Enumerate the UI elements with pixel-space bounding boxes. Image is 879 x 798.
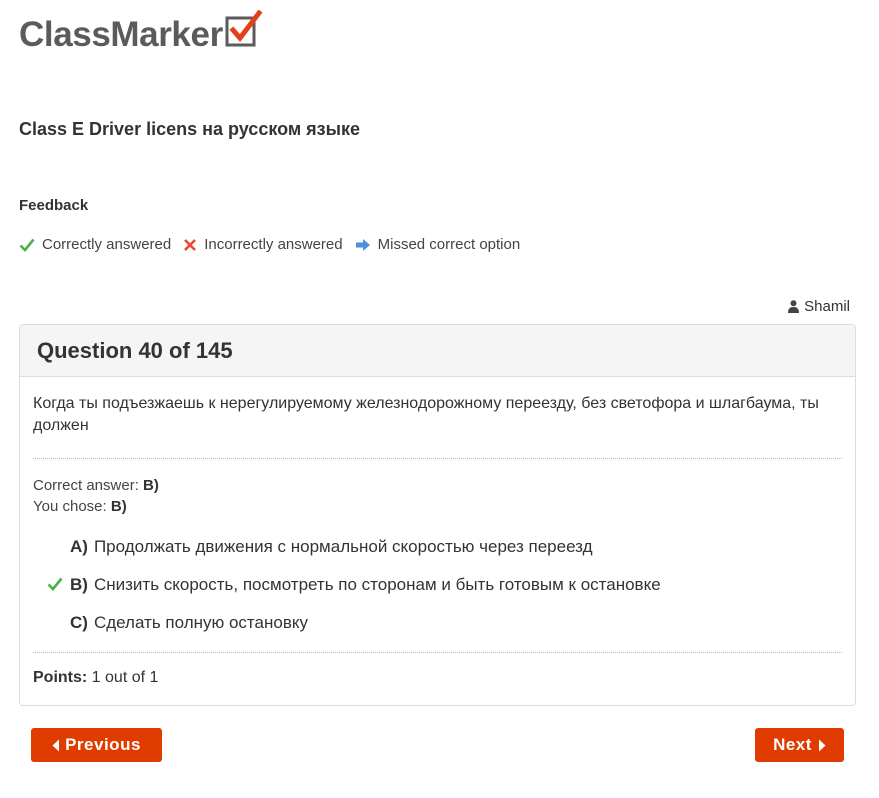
legend-incorrect: Incorrectly answered	[183, 236, 343, 253]
divider	[33, 458, 842, 459]
question-number: Question 40 of 145	[37, 337, 233, 363]
user-badge: Shamil	[788, 298, 850, 315]
legend-missed: Missed correct option	[355, 236, 521, 253]
caret-right-icon	[818, 739, 826, 751]
user-icon	[788, 300, 800, 313]
page: ClassMarker Class E Driver licens на рус…	[0, 0, 879, 798]
divider	[33, 652, 842, 653]
correct-answer-line: Correct answer: B)	[33, 475, 159, 496]
option-b: B) Снизить скорость, посмотреть по сторо…	[33, 566, 661, 604]
points-label: Points:	[33, 669, 88, 686]
logo-checkbox-icon	[225, 9, 263, 53]
correct-answer-label: Correct answer:	[33, 477, 139, 494]
question-card: Question 40 of 145 Когда ты подъезжаешь …	[19, 324, 856, 706]
previous-button[interactable]: Previous	[31, 728, 162, 762]
legend-correct: Correctly answered	[19, 236, 171, 253]
feedback-legend: Correctly answered Incorrectly answered …	[19, 236, 532, 253]
cross-icon	[184, 238, 197, 251]
previous-button-label: Previous	[65, 735, 141, 754]
points-value: 1 out of 1	[91, 669, 159, 686]
next-button-label: Next	[773, 735, 812, 754]
option-c: C) Сделать полную остановку	[33, 604, 661, 642]
correct-answer-value: B)	[143, 477, 159, 494]
option-a: A) Продолжать движения с нормальной скор…	[33, 528, 661, 566]
option-letter: A)	[70, 537, 88, 556]
check-icon	[47, 577, 63, 591]
question-card-header: Question 40 of 145	[20, 325, 855, 377]
you-chose-value: B)	[110, 498, 127, 515]
next-button[interactable]: Next	[755, 728, 844, 762]
feedback-heading: Feedback	[19, 197, 89, 214]
answer-options: A) Продолжать движения с нормальной скор…	[33, 528, 661, 642]
option-letter: B)	[70, 575, 88, 594]
legend-incorrect-label: Incorrectly answered	[204, 236, 343, 253]
user-name: Shamil	[804, 298, 850, 315]
option-text: Сделать полную остановку	[93, 613, 308, 632]
caret-left-icon	[52, 739, 60, 751]
classmarker-logo[interactable]: ClassMarker	[19, 9, 263, 56]
question-text: Когда ты подъезжаешь к нерегулируемому ж…	[33, 395, 819, 434]
option-letter: C)	[70, 613, 88, 632]
check-icon	[19, 238, 35, 252]
you-chose-line: You chose: B)	[33, 496, 159, 517]
option-text: Продолжать движения с нормальной скорост…	[93, 537, 593, 556]
points-summary: Points: 1 out of 1	[33, 669, 158, 687]
arrow-right-icon	[355, 238, 370, 251]
you-chose-label: You chose:	[33, 498, 107, 515]
quiz-title: Class E Driver licens на русском языке	[19, 119, 361, 139]
logo-text: ClassMarker	[19, 15, 223, 54]
legend-correct-label: Correctly answered	[42, 236, 172, 253]
legend-missed-label: Missed correct option	[377, 236, 521, 253]
option-text: Снизить скорость, посмотреть по сторонам…	[93, 575, 661, 594]
answer-summary: Correct answer: B) You chose: B)	[33, 475, 159, 517]
